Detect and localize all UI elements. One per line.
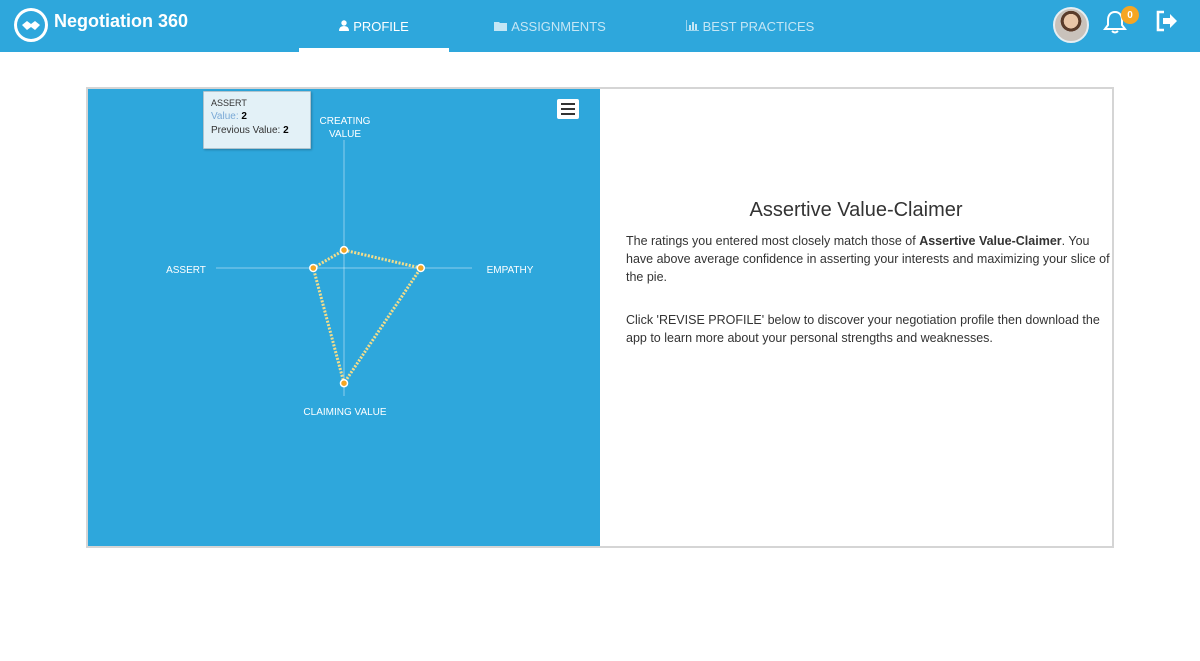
tab-best-practices-label: BEST PRACTICES <box>702 18 815 34</box>
user-avatar[interactable] <box>1053 7 1089 43</box>
profile-description-panel: Assertive Value-Claimer The ratings you … <box>600 89 1112 546</box>
radar-point-creating-value[interactable] <box>339 245 349 255</box>
axis-label-claiming-value: CLAIMING VALUE <box>303 407 387 418</box>
tab-assignments[interactable]: ASSIGNMENTS <box>480 0 620 52</box>
top-navbar: Negotiation 360 PROFILE ASSIGNMENTS BEST… <box>0 0 1200 52</box>
profile-description: The ratings you entered most closely mat… <box>626 234 1110 284</box>
radar-chart <box>216 140 472 396</box>
axis-label-creating-value: CREATING VALUE <box>319 116 371 140</box>
folder-icon <box>494 19 508 34</box>
axis-label-assert: ASSERT <box>166 265 206 276</box>
radar-point-empathy[interactable] <box>416 263 426 273</box>
tab-assignments-label: ASSIGNMENTS <box>511 18 606 34</box>
tooltip-title: ASSERT <box>211 98 247 108</box>
tab-profile-label: PROFILE <box>353 18 409 34</box>
profile-card: CREATING VALUE EMPATHY CLAIMING VALUE AS… <box>86 87 1114 548</box>
user-icon <box>339 19 350 34</box>
bar-chart-icon <box>684 19 699 34</box>
tab-best-practices[interactable]: BEST PRACTICES <box>670 0 830 52</box>
profile-title: Assertive Value-Claimer <box>749 199 963 221</box>
handshake-logo-icon[interactable] <box>14 8 48 42</box>
chart-tooltip: ASSERT Value: 2 Previous Value: 2 <box>203 91 311 149</box>
hamburger-menu-icon[interactable] <box>557 99 579 119</box>
radar-series-line <box>311 248 424 387</box>
notification-badge: 0 <box>1121 6 1139 24</box>
tooltip-previous-row: Previous Value: 2 <box>211 125 289 136</box>
app-title[interactable]: Negotiation 360 <box>54 11 188 32</box>
radar-point-assert[interactable] <box>309 263 318 273</box>
radar-point-claiming-value[interactable] <box>339 378 349 388</box>
sign-out-icon[interactable] <box>1155 10 1179 32</box>
revise-profile-instructions: Click 'REVISE PROFILE' below to discover… <box>626 313 1100 345</box>
radar-chart-panel: CREATING VALUE EMPATHY CLAIMING VALUE AS… <box>88 89 600 546</box>
tab-profile[interactable]: PROFILE <box>299 0 449 52</box>
active-tab-indicator <box>299 48 449 52</box>
tooltip-value-row: Value: 2 <box>211 111 247 122</box>
axis-label-empathy: EMPATHY <box>486 265 534 276</box>
